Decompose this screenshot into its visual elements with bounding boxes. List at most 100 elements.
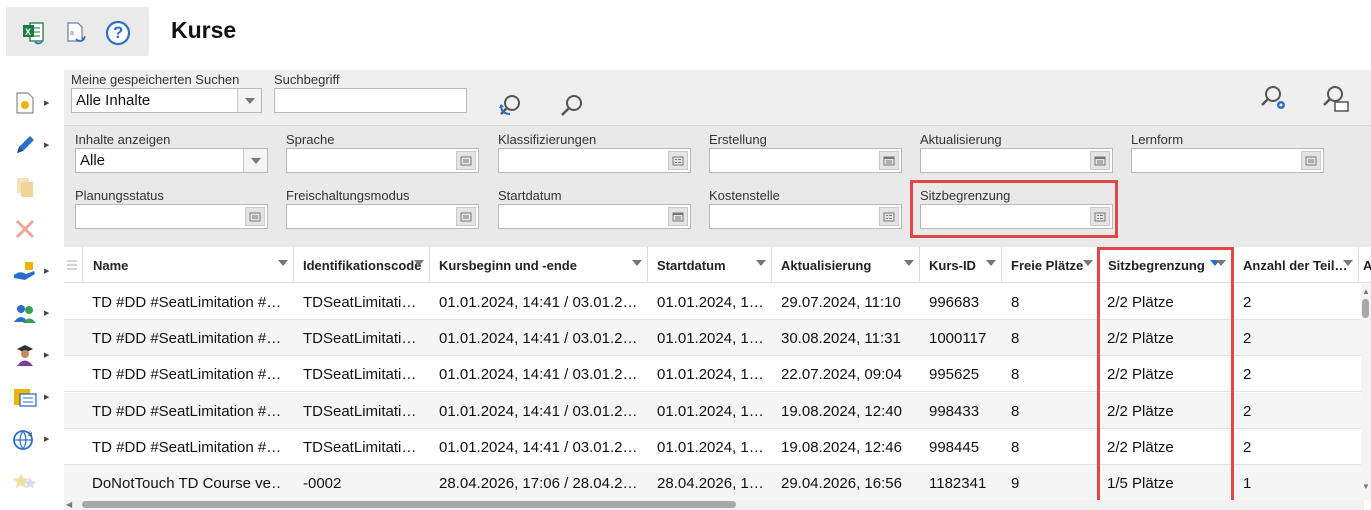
kostenstelle-field[interactable] bbox=[709, 204, 902, 229]
column-menu-icon[interactable] bbox=[1083, 260, 1093, 266]
catalog-icon bbox=[10, 382, 40, 412]
inhalte-value: Alle bbox=[80, 152, 106, 169]
assign-icon bbox=[10, 256, 40, 286]
cell-identifikationscode: TDSeatLimitati… bbox=[303, 366, 417, 384]
planungsstatus-label: Planungsstatus bbox=[75, 188, 164, 203]
freischaltungsmodus-label: Freischaltungsmodus bbox=[286, 188, 410, 203]
freischaltungsmodus-field[interactable] bbox=[286, 204, 479, 229]
column-header-startdatum[interactable]: Startdatum bbox=[648, 247, 772, 283]
cell-name: TD #DD #SeatLimitation #… bbox=[92, 402, 282, 420]
search-layout-icon[interactable] bbox=[1320, 82, 1352, 114]
list-icon[interactable] bbox=[1301, 151, 1321, 170]
column-menu-icon[interactable] bbox=[414, 260, 424, 266]
sprache-field[interactable] bbox=[286, 148, 479, 173]
lernform-label: Lernform bbox=[1131, 132, 1184, 147]
column-header-a[interactable]: A bbox=[1359, 247, 1371, 283]
cell-startdatum: 01.01.2024, 1… bbox=[657, 366, 764, 384]
calendar-icon[interactable] bbox=[1090, 151, 1110, 170]
sidebar-edit-button[interactable]: ▶ bbox=[10, 128, 56, 162]
help-icon[interactable]: ? bbox=[104, 19, 132, 47]
column-header-name[interactable]: Name bbox=[83, 247, 294, 283]
scroll-up-icon[interactable]: ▲ bbox=[1362, 287, 1370, 296]
vertical-scroll-thumb[interactable] bbox=[1362, 299, 1369, 318]
startdatum-field[interactable] bbox=[498, 204, 691, 229]
calendar-icon[interactable] bbox=[668, 207, 688, 226]
calendar-icon[interactable] bbox=[879, 151, 899, 170]
cell-freie-plaetze: 8 bbox=[1011, 366, 1020, 384]
cell-kurs-id: 1000117 bbox=[929, 330, 987, 348]
sidebar-translate-button[interactable]: a ▶ bbox=[10, 422, 56, 456]
column-menu-icon[interactable] bbox=[904, 260, 914, 266]
scroll-left-icon[interactable]: ◀ bbox=[66, 500, 72, 509]
aktualisierung-field[interactable] bbox=[920, 148, 1113, 173]
list-icon[interactable] bbox=[245, 207, 265, 226]
list-icon[interactable] bbox=[456, 151, 476, 170]
scroll-down-icon[interactable]: ▼ bbox=[1362, 482, 1370, 491]
new-item-icon bbox=[10, 88, 40, 118]
klassifizierungen-label: Klassifizierungen bbox=[498, 132, 597, 147]
tree-list-icon[interactable] bbox=[668, 151, 688, 170]
reset-search-icon[interactable] bbox=[494, 90, 526, 122]
search-term-input[interactable] bbox=[274, 88, 467, 113]
column-title: Identifikationscode bbox=[303, 258, 422, 273]
cell-kursbeginn: 01.01.2024, 14:41 / 03.01.2… bbox=[439, 402, 638, 420]
column-header-freie-plaetze[interactable]: Freie Plätze bbox=[1002, 247, 1099, 283]
cell-freie-plaetze: 8 bbox=[1011, 294, 1020, 311]
erstellung-field[interactable] bbox=[709, 148, 902, 173]
sidebar-delete-button[interactable] bbox=[10, 212, 56, 246]
saved-searches-select[interactable]: Alle Inhalte bbox=[71, 88, 262, 113]
sidebar-assign-button[interactable]: ▶ bbox=[10, 254, 56, 288]
column-menu-icon[interactable] bbox=[986, 260, 996, 266]
cell-aktualisierung: 22.07.2024, 09:04 bbox=[781, 366, 902, 384]
saved-searches-label: Meine gespeicherten Suchen bbox=[71, 72, 240, 87]
planungsstatus-field[interactable] bbox=[75, 204, 268, 229]
column-title: Kurs-ID bbox=[929, 258, 976, 273]
cell-name: DoNotTouch TD Course ve… bbox=[92, 475, 282, 492]
cell-aktualisierung: 29.07.2024, 11:10 bbox=[781, 294, 901, 311]
column-chooser[interactable] bbox=[64, 247, 83, 283]
page-title: Kurse bbox=[171, 17, 237, 43]
list-icon[interactable] bbox=[456, 207, 476, 226]
column-title: A bbox=[1363, 258, 1371, 273]
cell-aktualisierung: 19.08.2024, 12:46 bbox=[781, 438, 902, 456]
sidebar-new-button[interactable]: ▶ bbox=[10, 86, 56, 120]
aktualisierung-label: Aktualisierung bbox=[920, 132, 1002, 147]
sidebar-users-button[interactable]: ▶ bbox=[10, 296, 56, 330]
search-bar: Meine gespeicherten Suchen Alle Inhalte … bbox=[64, 70, 1371, 125]
column-header-kursbeginn[interactable]: Kursbeginn und -ende bbox=[430, 247, 648, 283]
chevron-down-icon[interactable] bbox=[237, 89, 261, 112]
sidebar-trainer-button[interactable]: ▶ bbox=[10, 338, 56, 372]
column-menu-icon[interactable] bbox=[756, 260, 766, 266]
sidebar-copy-button[interactable] bbox=[10, 170, 56, 204]
column-menu-icon[interactable] bbox=[1343, 260, 1353, 266]
column-header-kurs-id[interactable]: Kurs-ID bbox=[920, 247, 1002, 283]
export-icon[interactable]: a bbox=[62, 19, 90, 47]
startdatum-label: Startdatum bbox=[498, 188, 562, 203]
cell-aktualisierung: 30.08.2024, 11:31 bbox=[781, 330, 901, 348]
column-title: Freie Plätze bbox=[1011, 258, 1084, 273]
cell-kurs-id: 998445 bbox=[929, 438, 980, 456]
column-menu-icon[interactable] bbox=[278, 260, 288, 266]
help-glyph: ? bbox=[113, 23, 124, 42]
column-header-anzahl-teilnehmer[interactable]: Anzahl der Teil… bbox=[1232, 247, 1359, 283]
sidebar-favorite-button[interactable] bbox=[10, 464, 56, 498]
search-icon[interactable] bbox=[556, 90, 588, 122]
sidebar-catalog-button[interactable]: ▶ bbox=[10, 380, 56, 414]
tree-list-icon[interactable] bbox=[879, 207, 899, 226]
chevron-down-icon[interactable] bbox=[243, 149, 267, 172]
svg-text:a: a bbox=[28, 429, 33, 438]
lernform-field[interactable] bbox=[1131, 148, 1324, 173]
cell-identifikationscode: TDSeatLimitati… bbox=[303, 294, 417, 311]
cell-identifikationscode: -0002 bbox=[303, 475, 342, 492]
horizontal-scroll-thumb[interactable] bbox=[82, 501, 736, 508]
column-menu-icon[interactable] bbox=[632, 260, 642, 266]
column-header-identifikationscode[interactable]: Identifikationscode bbox=[294, 247, 430, 283]
excel-export-icon[interactable]: X bbox=[20, 19, 48, 47]
column-header-aktualisierung[interactable]: Aktualisierung bbox=[772, 247, 920, 283]
translate-icon: a bbox=[10, 424, 40, 454]
left-sidebar: ▶ ▶ ▶ ▶ ▶ ▶ a ▶ bbox=[0, 78, 64, 510]
search-settings-icon[interactable] bbox=[1258, 82, 1290, 114]
klassifizierungen-field[interactable] bbox=[498, 148, 691, 173]
inhalte-select[interactable]: Alle bbox=[75, 148, 268, 173]
inhalte-label: Inhalte anzeigen bbox=[75, 132, 171, 147]
